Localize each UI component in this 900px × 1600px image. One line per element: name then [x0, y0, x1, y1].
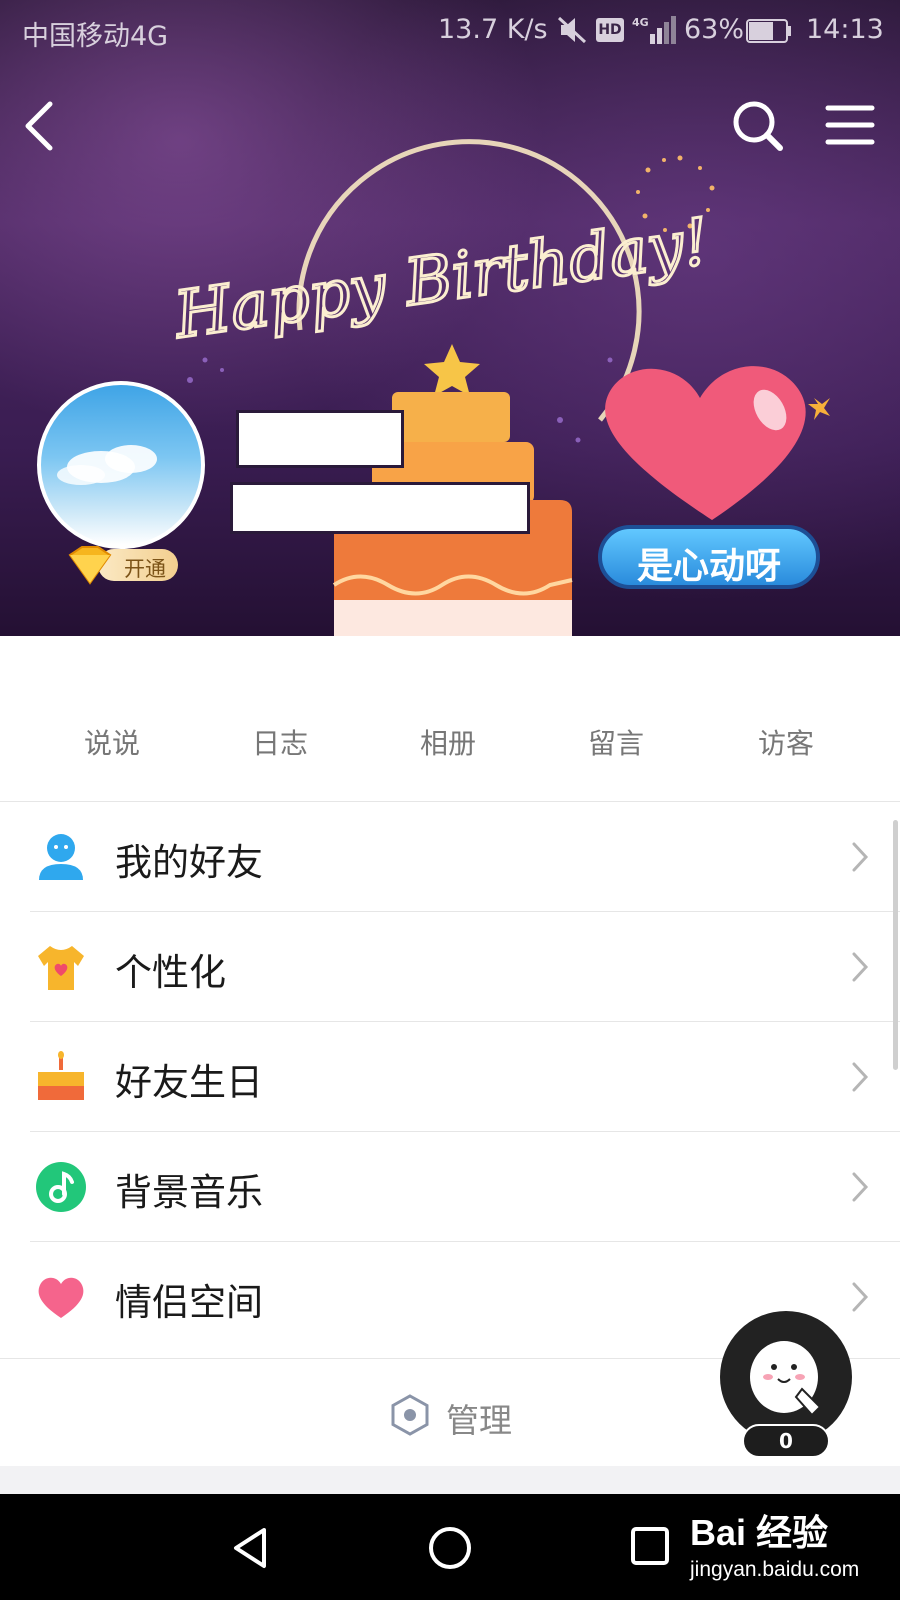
- menu-item-label: 我的好友: [115, 841, 263, 884]
- tab-blog[interactable]: 日志: [220, 722, 340, 762]
- menu-icon[interactable]: [822, 100, 878, 150]
- svg-text:Happy Birthday!: Happy Birthday!: [169, 205, 713, 353]
- battery-percent: 63%: [684, 14, 745, 45]
- chevron-right-icon: [852, 1062, 869, 1092]
- system-recents-icon[interactable]: [628, 1524, 672, 1568]
- watermark-logo: Bai 经验: [690, 1512, 829, 1553]
- profile-tabs: 说说 日志 相册 留言 访客: [0, 722, 900, 778]
- avatar[interactable]: [37, 381, 205, 549]
- nickname-redacted: [236, 410, 404, 468]
- menu-item-label: 好友生日: [115, 1061, 263, 1104]
- menu-item-friends[interactable]: 我的好友: [0, 802, 900, 912]
- fab-count-badge: 0: [742, 1424, 830, 1458]
- settings-hexagon-icon: [391, 1394, 429, 1436]
- system-back-icon[interactable]: [226, 1524, 274, 1572]
- search-icon[interactable]: [730, 96, 786, 156]
- floating-mascot-button[interactable]: 0: [718, 1311, 854, 1461]
- diamond-icon: [68, 546, 112, 585]
- battery-icon: [746, 19, 791, 43]
- chevron-right-icon: [852, 952, 869, 982]
- heart-icon: [38, 1277, 84, 1318]
- bottom-spacer: [0, 1466, 900, 1494]
- menu-item-label: 情侣空间: [115, 1281, 263, 1324]
- signature-redacted: [230, 482, 530, 534]
- music-note-icon: [36, 1162, 86, 1212]
- tab-album[interactable]: 相册: [388, 722, 508, 762]
- signal-icon: 4G: [632, 16, 676, 44]
- menu-item-personalize[interactable]: 个性化: [0, 912, 900, 1022]
- tab-visitors[interactable]: 访客: [726, 722, 846, 762]
- tab-messages[interactable]: 留言: [556, 722, 676, 762]
- chevron-right-icon: [852, 1282, 869, 1312]
- mood-tag-label: 是心动呀: [636, 546, 781, 587]
- baidu-jingyan-watermark: Bai 经验 jingyan.baidu.com: [690, 1504, 890, 1594]
- cloud-icon: [57, 445, 157, 485]
- birthday-cake-icon: [38, 1051, 84, 1100]
- tshirt-icon: [38, 946, 84, 990]
- manage-button[interactable]: 管理: [388, 1390, 528, 1440]
- network-speed: 13.7 K/s: [438, 14, 548, 45]
- hd-badge: HD: [596, 18, 624, 42]
- back-icon[interactable]: [18, 96, 62, 156]
- tab-shuoshuo[interactable]: 说说: [52, 722, 172, 762]
- status-bar: 中国移动4G 13.7 K/s HD 4G 63% 14:13: [0, 0, 900, 62]
- system-navigation-bar: Bai 经验 jingyan.baidu.com: [0, 1494, 900, 1600]
- mute-icon: [557, 16, 587, 44]
- carrier-label: 中国移动4G: [22, 21, 169, 52]
- svg-text:4G: 4G: [632, 16, 649, 29]
- menu-item-friend-birthdays[interactable]: 好友生日: [0, 1022, 900, 1132]
- vip-label: 开通: [124, 557, 166, 581]
- chevron-right-icon: [852, 1172, 869, 1202]
- watermark-site: jingyan.baidu.com: [690, 1558, 860, 1581]
- menu-item-label: 背景音乐: [115, 1171, 263, 1214]
- manage-label: 管理: [446, 1401, 512, 1440]
- menu-item-label: 个性化: [115, 951, 226, 994]
- scrollbar[interactable]: [893, 820, 898, 1070]
- menu-item-background-music[interactable]: 背景音乐: [0, 1132, 900, 1242]
- mood-tag-button[interactable]: 是心动呀: [598, 525, 820, 589]
- friends-icon: [39, 834, 83, 880]
- system-home-icon[interactable]: [426, 1524, 474, 1572]
- clock: 14:13: [806, 14, 884, 45]
- chevron-right-icon: [852, 842, 869, 872]
- profile-header: Happy Birthday! 中国移动4G 13.7 K/s HD 4G 63…: [0, 0, 900, 636]
- vip-open-badge[interactable]: 开通: [60, 545, 182, 585]
